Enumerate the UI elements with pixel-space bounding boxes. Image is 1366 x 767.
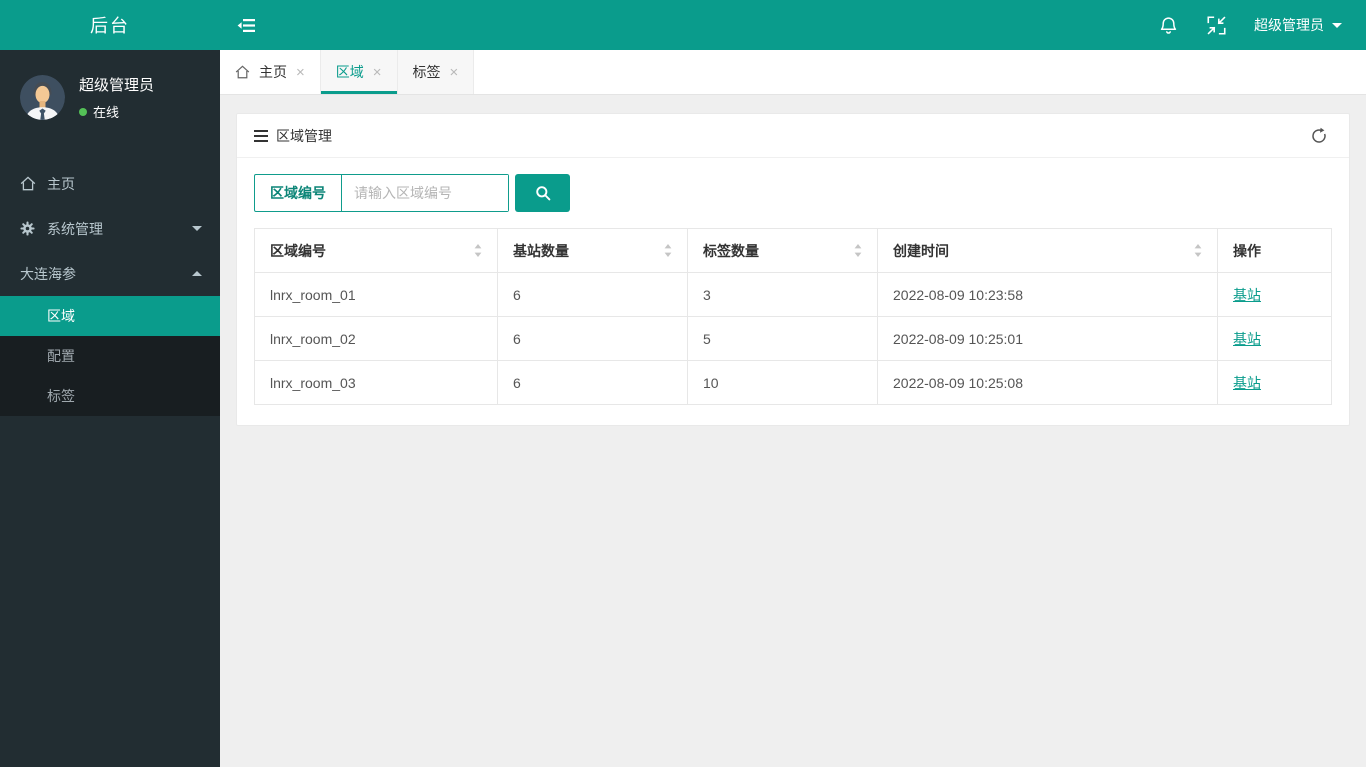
- sidebar-toggle-button[interactable]: [220, 0, 272, 50]
- hamburger-icon[interactable]: [254, 129, 268, 142]
- search-form: 区域编号: [254, 174, 1332, 212]
- cell-area-code: lnrx_room_03: [254, 360, 498, 405]
- panel-header: 区域管理: [237, 114, 1349, 158]
- notifications-button[interactable]: [1144, 0, 1192, 50]
- column-header-area-code[interactable]: 区域编号: [254, 228, 498, 273]
- navbar: 超级管理员: [220, 0, 1366, 50]
- top-header: 后台 超级管理员: [0, 0, 1366, 50]
- station-link[interactable]: 基站: [1233, 375, 1261, 391]
- home-icon: [20, 176, 37, 191]
- table-header-row: 区域编号 基站数量 标签数量 创建时间 操作: [254, 228, 1332, 273]
- sidebar-submenu: 区域 配置 标签: [0, 296, 220, 416]
- home-icon: [235, 65, 250, 79]
- sidebar-item-tags[interactable]: 标签: [0, 376, 220, 416]
- brand-logo[interactable]: 后台: [0, 0, 220, 50]
- cell-tag-count: 10: [687, 360, 878, 405]
- user-dropdown-label: 超级管理员: [1254, 17, 1324, 33]
- cell-tag-count: 5: [687, 316, 878, 361]
- sidebar-user-panel: 超级管理员 在线: [0, 50, 220, 131]
- station-link[interactable]: 基站: [1233, 287, 1261, 303]
- chevron-down-icon: [1332, 22, 1342, 28]
- user-info: 超级管理员 在线: [79, 74, 154, 121]
- station-link[interactable]: 基站: [1233, 331, 1261, 347]
- gear-icon: [20, 221, 37, 236]
- sidebar-item-home[interactable]: 主页: [0, 161, 220, 206]
- table-row: lnrx_room_02 6 5 2022-08-09 10:25:01 基站: [254, 316, 1332, 361]
- tab-home[interactable]: 主页 ×: [220, 50, 321, 94]
- search-field-label: 区域编号: [255, 175, 342, 211]
- sidebar: 超级管理员 在线 主页 系统管理 大连海参 区域 配置 标签: [0, 50, 220, 767]
- bell-icon: [1159, 16, 1178, 35]
- panel-title: 区域管理: [276, 127, 332, 144]
- sidebar-item-config[interactable]: 配置: [0, 336, 220, 376]
- cell-created-time: 2022-08-09 10:25:08: [877, 360, 1218, 405]
- close-icon[interactable]: ×: [450, 65, 459, 80]
- search-input-group: 区域编号: [254, 174, 509, 212]
- tab-tags[interactable]: 标签 ×: [397, 50, 475, 94]
- sidebar-item-label: 系统管理: [47, 220, 103, 237]
- online-status-label: 在线: [93, 105, 120, 120]
- cell-station-count: 6: [497, 360, 688, 405]
- column-header-tag-count[interactable]: 标签数量: [687, 228, 878, 273]
- sidebar-menu: 主页 系统管理 大连海参 区域 配置 标签: [0, 161, 220, 416]
- sidebar-item-label: 配置: [47, 348, 75, 364]
- search-icon: [535, 185, 551, 201]
- table-row: lnrx_room_01 6 3 2022-08-09 10:23:58 基站: [254, 272, 1332, 317]
- cell-station-count: 6: [497, 316, 688, 361]
- sidebar-item-label: 主页: [47, 175, 75, 192]
- user-dropdown[interactable]: 超级管理员: [1240, 0, 1366, 50]
- tab-bar: 主页 × 区域 × 标签 ×: [220, 50, 1366, 95]
- cell-station-count: 6: [497, 272, 688, 317]
- outdent-icon: [237, 18, 256, 33]
- cell-created-time: 2022-08-09 10:23:58: [877, 272, 1218, 317]
- cell-created-time: 2022-08-09 10:25:01: [877, 316, 1218, 361]
- sidebar-item-dalian-haishen[interactable]: 大连海参: [0, 251, 220, 296]
- user-name: 超级管理员: [79, 77, 155, 94]
- area-code-input[interactable]: [342, 175, 508, 211]
- panel-body: 区域编号 请输入区域编号 区域编号 基站数量 标签数量 创建时间 操作 lnrx…: [237, 158, 1349, 425]
- user-status: 在线: [79, 102, 154, 121]
- area-management-panel: 区域管理 区域编号 请输入区域编号 区域编号 基站数量 标签数量 创建时间 操作…: [236, 113, 1350, 426]
- tab-label: 主页: [259, 64, 287, 80]
- tab-area[interactable]: 区域 ×: [320, 50, 398, 94]
- sidebar-item-system-management[interactable]: 系统管理: [0, 206, 220, 251]
- sidebar-item-label: 区域: [47, 308, 75, 324]
- avatar: [20, 75, 65, 120]
- sidebar-item-label: 标签: [47, 388, 75, 404]
- compress-icon: [1206, 15, 1226, 35]
- sort-icon[interactable]: [854, 244, 862, 257]
- cell-tag-count: 3: [687, 272, 878, 317]
- chevron-up-icon: [192, 271, 202, 276]
- search-button[interactable]: [515, 174, 570, 212]
- work-area: 区域管理 区域编号 请输入区域编号 区域编号 基站数量 标签数量 创建时间 操作…: [220, 95, 1366, 767]
- column-header-actions: 操作: [1217, 228, 1332, 273]
- exit-fullscreen-button[interactable]: [1192, 0, 1240, 50]
- column-header-created-time[interactable]: 创建时间: [877, 228, 1218, 273]
- chevron-down-icon: [192, 226, 202, 231]
- column-header-station-count[interactable]: 基站数量: [497, 228, 688, 273]
- sidebar-item-area[interactable]: 区域: [0, 296, 220, 336]
- online-dot-icon: [79, 107, 87, 116]
- area-table: 区域编号 基站数量 标签数量 创建时间 操作 lnrx_room_01 6 3 …: [254, 228, 1332, 405]
- cell-area-code: lnrx_room_01: [254, 272, 498, 317]
- cell-area-code: lnrx_room_02: [254, 316, 498, 361]
- sort-icon[interactable]: [474, 244, 482, 257]
- table-row: lnrx_room_03 6 10 2022-08-09 10:25:08 基站: [254, 360, 1332, 405]
- sort-icon[interactable]: [664, 244, 672, 257]
- content-area: 主页 × 区域 × 标签 × 区域管理 区域编号 请输入区域编号 区域编号 基站…: [220, 50, 1366, 767]
- close-icon[interactable]: ×: [373, 65, 382, 80]
- refresh-button[interactable]: [1306, 123, 1332, 149]
- close-icon[interactable]: ×: [296, 65, 305, 80]
- sort-icon[interactable]: [1194, 244, 1202, 257]
- tab-label: 标签: [412, 64, 441, 80]
- sidebar-item-label: 大连海参: [20, 265, 76, 282]
- tab-label: 区域: [335, 64, 364, 80]
